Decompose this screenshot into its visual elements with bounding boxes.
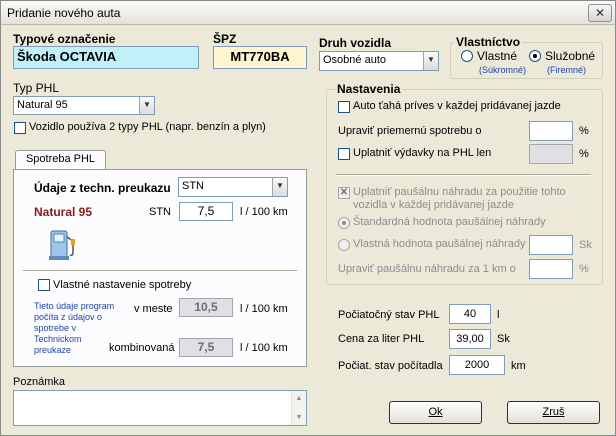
druh-vozidla-label: Druh vozidla <box>319 36 392 50</box>
kombinovana-unit: l / 100 km <box>240 342 288 354</box>
vlastne-sublabel: (Súkromné) <box>479 65 527 75</box>
udaje-value: STN <box>182 180 204 192</box>
vydavky-checkbox[interactable] <box>338 148 350 160</box>
meste-unit: l / 100 km <box>240 303 288 315</box>
pausal-checkbox[interactable]: ✕ <box>338 187 350 199</box>
vlastne-nastavenie-checkbox[interactable] <box>38 279 50 291</box>
poznamka-textarea[interactable]: ▲ ▼ <box>13 390 307 426</box>
stn-label: STN <box>149 206 171 218</box>
meste-label: v meste <box>134 303 173 315</box>
pociatocny-stav-field[interactable]: 40 <box>449 304 491 324</box>
percent-label: % <box>579 125 589 137</box>
dva-typy-checkbox[interactable] <box>14 122 26 134</box>
pausal-label-1: Uplatniť paušálnu náhradu za použitie to… <box>353 186 566 198</box>
nastavenia-divider <box>336 174 591 176</box>
chevron-down-icon[interactable]: ▼ <box>139 97 154 114</box>
upravit-pausal-label: Upraviť paušálnu náhradu za 1 km o <box>338 263 516 275</box>
prives-checkbox[interactable] <box>338 101 350 113</box>
fuel-name: Natural 95 <box>34 205 93 219</box>
druh-vozidla-value: Osobné auto <box>323 54 386 66</box>
typ-oznacenie-label: Typové označenie <box>13 32 116 46</box>
vlastne-nastavenie-label: Vlastné nastavenie spotreby <box>53 279 192 291</box>
title-bar[interactable]: Pridanie nového auta ✕ <box>1 1 615 25</box>
standard-label: Štandardná hodnota paušálnej náhrady <box>353 216 546 228</box>
vydavky-label: Uplatniť výdavky na PHL len <box>353 147 492 159</box>
cena-liter-field[interactable]: 39,00 <box>449 329 491 349</box>
prives-label: Auto ťahá príves v každej pridávanej jaz… <box>353 100 561 112</box>
typ-oznacenie-field[interactable]: Škoda OCTAVIA <box>13 46 199 69</box>
kombinovana-label: kombinovaná <box>109 342 175 354</box>
dva-typy-label: Vozidlo používa 2 typy PHL (napr. benzín… <box>29 121 266 133</box>
scroll-up-icon[interactable]: ▲ <box>292 391 306 406</box>
vlastne-radio[interactable] <box>461 50 473 62</box>
upravit-spotrebu-field[interactable] <box>529 121 573 141</box>
percent-label: % <box>579 263 589 275</box>
typ-phl-value: Natural 95 <box>17 99 68 111</box>
pociatocny-stav-label: Počiatočný stav PHL <box>338 309 440 321</box>
window-title: Pridanie nového auta <box>7 6 121 20</box>
fuel-pump-icon <box>47 225 79 261</box>
sluzobne-sublabel: (Firemné) <box>547 65 587 75</box>
kombinovana-value-field[interactable]: 7,5 <box>179 338 233 357</box>
pociat-pocitadla-label: Počiat. stav počítadla <box>338 360 443 372</box>
vlastna-hodnota-field[interactable] <box>529 235 573 255</box>
ok-button-label: Ok <box>428 406 443 418</box>
stn-unit: l / 100 km <box>240 206 288 218</box>
vlastna-radio[interactable] <box>338 239 350 251</box>
sk-label: Sk <box>579 239 592 251</box>
udaje-dropdown[interactable]: STN ▼ <box>178 177 288 197</box>
standard-radio[interactable] <box>338 217 350 229</box>
close-button[interactable]: ✕ <box>588 4 612 22</box>
udaje-label: Údaje z techn. preukazu <box>34 181 171 195</box>
percent-label: % <box>579 148 589 160</box>
nastavenia-label: Nastavenia <box>335 82 403 96</box>
spz-label: ŠPZ <box>213 32 237 46</box>
poznamka-label: Poznámka <box>13 376 65 388</box>
pociat-pocitadla-field[interactable]: 2000 <box>449 355 505 375</box>
stn-value-field[interactable]: 7,5 <box>179 202 233 221</box>
upravit-spotrebu-label: Upraviť priemernú spotrebu o <box>338 125 482 137</box>
spz-field[interactable]: MT770BA <box>213 46 307 69</box>
vlastne-label: Vlastné <box>477 49 518 63</box>
vlastna-label: Vlastná hodnota paušálnej náhrady <box>353 238 526 250</box>
sluzobne-radio[interactable] <box>529 50 541 62</box>
meste-value-field[interactable]: 10,5 <box>179 298 233 317</box>
upravit-pausal-field[interactable] <box>529 259 573 279</box>
pociatocny-stav-unit: l <box>497 309 500 321</box>
typ-phl-label: Typ PHL <box>13 81 60 95</box>
zrus-button[interactable]: Zruš <box>507 401 600 424</box>
pausal-label-2: vozidla v každej pridávanej jazde <box>353 199 514 211</box>
cena-liter-label: Cena za liter PHL <box>338 333 425 345</box>
ok-button[interactable]: Ok <box>389 401 482 424</box>
spotreba-divider <box>23 270 297 272</box>
poznamka-scrollbar[interactable]: ▲ ▼ <box>291 391 306 425</box>
scroll-down-icon[interactable]: ▼ <box>292 410 306 425</box>
sluzobne-label: Služobné <box>545 49 596 63</box>
zrus-button-label: Zruš <box>542 406 565 418</box>
pociat-pocitadla-unit: km <box>511 360 526 372</box>
vlastnictvo-label: Vlastníctvo <box>454 35 523 49</box>
chevron-down-icon[interactable]: ▼ <box>272 178 287 196</box>
dialog-window: Pridanie nového auta ✕ Typové označenie … <box>0 0 616 436</box>
chevron-down-icon[interactable]: ▼ <box>423 52 438 70</box>
info-text: Tieto údaje program počíta z údajov o sp… <box>34 301 115 355</box>
typ-phl-dropdown[interactable]: Natural 95 ▼ <box>13 96 155 115</box>
vydavky-field[interactable] <box>529 144 573 164</box>
tab-spotreba-phl[interactable]: Spotreba PHL <box>15 150 106 170</box>
cena-liter-unit: Sk <box>497 333 510 345</box>
druh-vozidla-dropdown[interactable]: Osobné auto ▼ <box>319 51 439 71</box>
